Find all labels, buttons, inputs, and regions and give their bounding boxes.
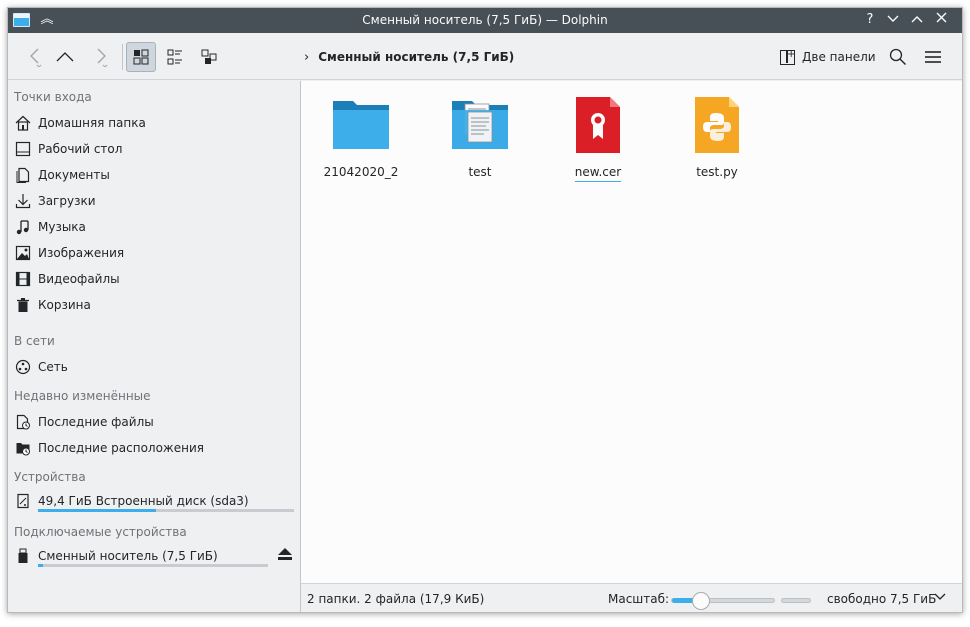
minimize-button[interactable]: [883, 10, 903, 30]
zoom-label: Масштаб:: [608, 592, 670, 606]
places-item-label: Документы: [38, 168, 110, 182]
places-section-title: Точки входа: [14, 90, 92, 104]
free-space-bar: [781, 598, 811, 603]
capacity-bar: [38, 509, 294, 512]
file-item-certificate[interactable]: new.cer: [548, 93, 648, 182]
network-icon: [14, 358, 32, 376]
places-item-recent-locations[interactable]: Последние расположения: [14, 436, 296, 460]
music-icon: [14, 218, 32, 236]
places-item-desktop[interactable]: Рабочий стол: [14, 137, 296, 161]
breadcrumb-current[interactable]: Сменный носитель (7,5 ГиБ): [318, 50, 514, 64]
status-bar: 2 папки. 2 файла (17,9 КиБ) Масштаб: сво…: [301, 583, 962, 612]
places-item-label: Загрузки: [38, 194, 96, 208]
places-item-label: Рабочий стол: [38, 142, 123, 156]
capacity-bar: [38, 564, 268, 567]
file-view[interactable]: 21042020_2 test new.cer test.py: [301, 81, 962, 583]
documents-icon: [14, 166, 32, 184]
places-item-recent-files[interactable]: Последние файлы: [14, 410, 296, 434]
main-toolbar: › Сменный носитель (7,5 ГиБ) Две панели: [8, 33, 962, 80]
file-name: test.py: [696, 165, 738, 179]
split-view-icon: [780, 49, 795, 65]
zoom-slider-handle[interactable]: [692, 592, 711, 610]
menu-button[interactable]: [918, 42, 948, 72]
places-item-trash[interactable]: Корзина: [14, 293, 296, 317]
toolbar-separator: [122, 44, 123, 70]
places-item-label: Последние расположения: [38, 441, 204, 455]
places-section-title: Устройства: [14, 470, 86, 484]
folder-documents-icon: [448, 93, 512, 157]
certificate-icon: [566, 93, 630, 157]
places-item-label: Изображения: [38, 246, 125, 260]
details-view-button[interactable]: [160, 42, 190, 72]
file-item-folder[interactable]: test: [430, 93, 530, 181]
icons-view-button[interactable]: [126, 42, 156, 72]
forward-button[interactable]: [86, 42, 116, 72]
downloads-icon: [14, 192, 32, 210]
file-item-python[interactable]: test.py: [667, 93, 767, 181]
places-item-downloads[interactable]: Загрузки: [14, 189, 296, 213]
capacity-bar-fill: [38, 564, 43, 567]
places-item-network[interactable]: Сеть: [14, 355, 296, 379]
places-item-videos[interactable]: Видеофайлы: [14, 267, 296, 291]
places-item-label: Сеть: [38, 360, 68, 374]
folder-icon: [329, 93, 393, 157]
places-section-title: Недавно изменённые: [14, 389, 151, 403]
file-name: test: [468, 165, 492, 179]
recent-files-icon: [14, 413, 32, 431]
file-name: 21042020_2: [323, 165, 399, 179]
up-button[interactable]: [50, 42, 80, 72]
chevron-down-icon[interactable]: [934, 590, 946, 604]
chevron-right-icon[interactable]: ›: [304, 50, 309, 65]
breadcrumb[interactable]: › Сменный носитель (7,5 ГиБ): [304, 47, 514, 67]
places-item-pictures[interactable]: Изображения: [14, 241, 296, 265]
python-file-icon: [685, 93, 749, 157]
places-item-label: Последние файлы: [38, 415, 154, 429]
places-item-music[interactable]: Музыка: [14, 215, 296, 239]
status-info: 2 папки. 2 файла (17,9 КиБ): [307, 592, 485, 606]
dolphin-window: ︽ Сменный носитель (7,5 ГиБ) — Dolphin ?: [7, 7, 963, 613]
zoom-slider[interactable]: [671, 592, 775, 610]
title-bar[interactable]: ︽ Сменный носитель (7,5 ГиБ) — Dolphin ?: [8, 8, 962, 33]
file-item-folder[interactable]: 21042020_2: [311, 93, 411, 181]
places-item-label: Домашняя папка: [38, 116, 146, 130]
places-panel: Точки входа Домашняя папка Рабочий стол …: [8, 81, 300, 612]
compact-view-button[interactable]: [194, 42, 224, 72]
usb-drive-icon: [14, 547, 32, 565]
home-icon: [14, 114, 32, 132]
maximize-button[interactable]: [907, 10, 927, 30]
places-item-documents[interactable]: Документы: [14, 163, 296, 187]
desktop-icon: [14, 140, 32, 158]
window-title: Сменный носитель (7,5 ГиБ) — Dolphin: [362, 13, 608, 27]
close-button[interactable]: [931, 10, 951, 30]
recent-locations-icon: [14, 439, 32, 457]
split-view-label: Две панели: [802, 50, 876, 64]
file-name: new.cer: [574, 165, 622, 182]
places-item-label: Корзина: [38, 298, 91, 312]
videos-icon: [14, 270, 32, 288]
places-item-home[interactable]: Домашняя папка: [14, 111, 296, 135]
places-item-label: Сменный носитель (7,5 ГиБ): [38, 549, 218, 563]
places-section-title: Подключаемые устройства: [14, 525, 187, 539]
places-item-label: Видеофайлы: [38, 272, 120, 286]
search-button[interactable]: [883, 42, 913, 72]
back-button[interactable]: [20, 42, 50, 72]
help-button[interactable]: ?: [860, 10, 880, 30]
places-item-label: 49,4 ГиБ Встроенный диск (sda3): [38, 494, 249, 508]
places-item-label: Музыка: [38, 220, 86, 234]
trash-icon: [14, 296, 32, 314]
pictures-icon: [14, 244, 32, 262]
eject-icon[interactable]: [277, 548, 293, 562]
capacity-bar-fill: [38, 509, 156, 512]
split-view-button[interactable]: Две панели: [780, 47, 876, 67]
drive-icon: [14, 492, 32, 510]
places-section-title: В сети: [14, 334, 55, 348]
free-space-label[interactable]: свободно 7,5 ГиБ: [827, 592, 936, 606]
